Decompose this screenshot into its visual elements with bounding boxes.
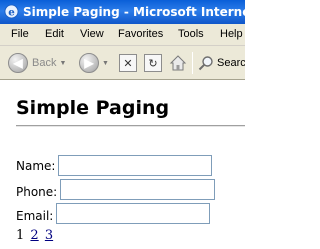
- page-content: Simple Paging Name: Phone: Email: 1 2 3: [0, 81, 245, 249]
- back-label: Back: [32, 57, 57, 69]
- svg-text:e: e: [8, 6, 15, 18]
- search-label: Search: [217, 57, 245, 69]
- search-icon: [198, 56, 213, 71]
- home-icon: [169, 55, 187, 71]
- name-field[interactable]: [58, 155, 212, 176]
- email-field[interactable]: [56, 203, 210, 224]
- back-button[interactable]: ◀ Back ▼: [8, 52, 66, 74]
- refresh-icon: ↻: [144, 54, 162, 72]
- pager-link-3[interactable]: 3: [45, 228, 53, 243]
- menu-tools[interactable]: Tools: [178, 28, 204, 40]
- refresh-button[interactable]: ↻: [144, 52, 162, 74]
- menu-file[interactable]: File: [11, 28, 29, 40]
- pager: 1 2 3: [16, 228, 53, 243]
- forward-button[interactable]: ▶ ▼: [79, 52, 109, 74]
- pager-link-2[interactable]: 2: [30, 228, 38, 243]
- forward-dropdown-icon[interactable]: ▼: [102, 60, 109, 67]
- phone-field[interactable]: [60, 179, 215, 200]
- window-titlebar: e Simple Paging - Microsoft Internet Exp…: [0, 0, 245, 24]
- stop-button[interactable]: ✕: [119, 52, 137, 74]
- home-button[interactable]: [169, 52, 187, 74]
- toolbar-separator: [192, 52, 193, 74]
- standard-toolbar: ◀ Back ▼ ▶ ▼ ✕ ↻ Search: [0, 46, 245, 80]
- menu-favorites[interactable]: Favorites: [118, 28, 163, 40]
- window-title: Simple Paging - Microsoft Internet Explo…: [23, 5, 245, 19]
- email-label: Email:: [16, 209, 54, 223]
- internet-explorer-icon: e: [4, 4, 19, 19]
- menu-edit[interactable]: Edit: [45, 28, 64, 40]
- back-dropdown-icon[interactable]: ▼: [59, 60, 66, 67]
- name-label: Name:: [16, 159, 56, 173]
- back-arrow-icon: ◀: [8, 53, 28, 73]
- search-button[interactable]: Search: [198, 52, 245, 74]
- menu-bar: File Edit View Favorites Tools Help: [0, 24, 245, 46]
- menu-help[interactable]: Help: [220, 28, 243, 40]
- forward-arrow-icon: ▶: [79, 53, 99, 73]
- heading-divider: [16, 125, 245, 127]
- pager-current-page: 1: [16, 228, 25, 243]
- menu-view[interactable]: View: [80, 28, 104, 40]
- page-title: Simple Paging: [16, 97, 170, 119]
- phone-label: Phone:: [16, 185, 58, 199]
- stop-icon: ✕: [119, 54, 137, 72]
